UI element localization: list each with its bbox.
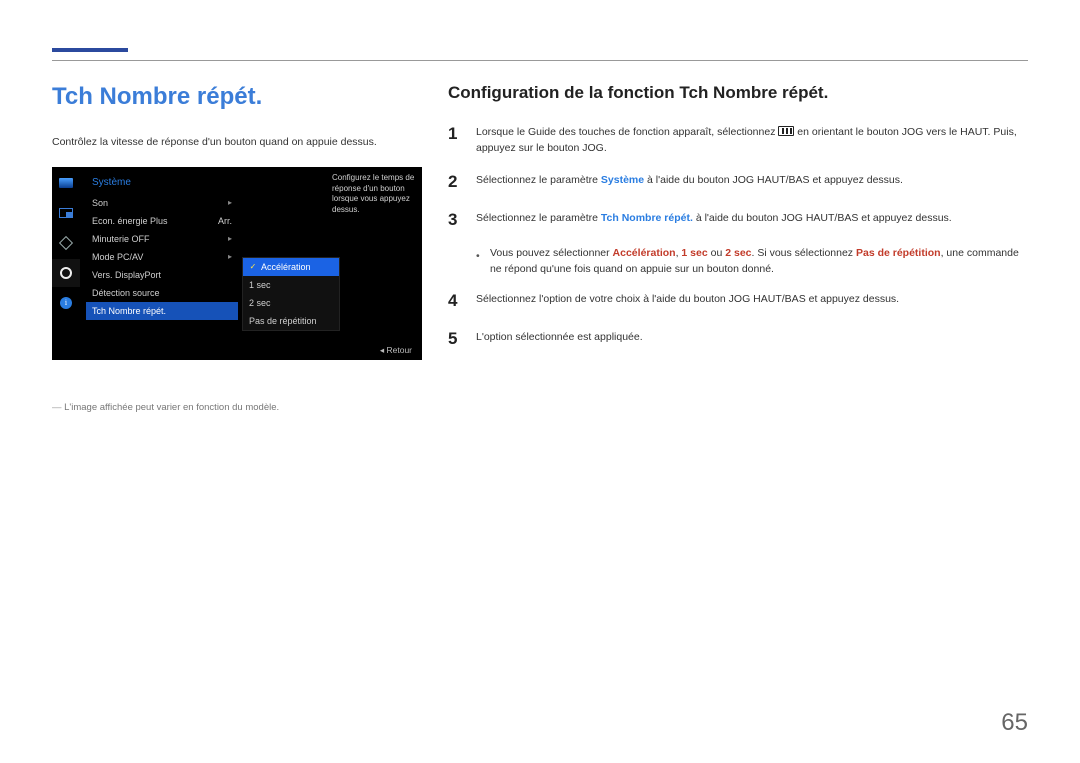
- osd-item-econ: Econ. énergie PlusArr.: [86, 212, 238, 230]
- step-body: Sélectionnez le paramètre Système à l'ai…: [476, 169, 1028, 195]
- section-heading: Configuration de la fonction Tch Nombre …: [448, 83, 1028, 103]
- step-5: 5 L'option sélectionnée est appliquée.: [448, 326, 1028, 352]
- step-4: 4 Sélectionnez l'option de votre choix à…: [448, 288, 1028, 314]
- popup-1sec: 1 sec: [243, 276, 339, 294]
- step-number: 5: [448, 326, 462, 352]
- step-1: 1 Lorsque le Guide des touches de foncti…: [448, 121, 1028, 157]
- step-body: Sélectionnez l'option de votre choix à l…: [476, 288, 1028, 314]
- osd-item-minuterie: Minuterie OFF▸: [86, 230, 238, 248]
- popup-norep: Pas de répétition: [243, 312, 339, 330]
- bullet-note: • Vous pouvez sélectionner Accélération,…: [476, 245, 1028, 278]
- info-icon: i: [52, 289, 80, 317]
- step-number: 3: [448, 207, 462, 233]
- popup-accel: ✓Accélération: [243, 258, 339, 276]
- step-number: 2: [448, 169, 462, 195]
- step-body: Sélectionnez le paramètre Tch Nombre rép…: [476, 207, 1028, 233]
- chapter-bar: [52, 48, 128, 52]
- osd-screenshot: i Système Son▸ Econ. énergie PlusArr. Mi…: [52, 167, 422, 360]
- intro-text: Contrôlez la vitesse de réponse d'un bou…: [52, 135, 422, 151]
- step-number: 1: [448, 121, 462, 157]
- page-number: 65: [1001, 709, 1028, 737]
- menu-icon: [778, 126, 794, 136]
- osd-menu: Système Son▸ Econ. énergie PlusArr. Minu…: [80, 167, 238, 320]
- step-body: L'option sélectionnée est appliquée.: [476, 326, 1028, 352]
- osd-item-son: Son▸: [86, 194, 238, 212]
- popup-2sec: 2 sec: [243, 294, 339, 312]
- check-icon: ✓: [249, 263, 257, 271]
- bullet-dot-icon: •: [476, 245, 480, 278]
- osd-item-mode: Mode PC/AV▸: [86, 248, 238, 266]
- osd-item-tch: Tch Nombre répét.: [86, 302, 238, 320]
- osd-return: Retour: [380, 345, 412, 356]
- osd-popup: ✓Accélération 1 sec 2 sec Pas de répétit…: [242, 257, 340, 331]
- step-number: 4: [448, 288, 462, 314]
- bullet-text: Vous pouvez sélectionner Accélération, 1…: [490, 245, 1028, 278]
- pip-icon: [52, 199, 80, 227]
- osd-header: Système: [86, 173, 238, 194]
- osd-sidebar: i: [52, 167, 80, 360]
- settings-icon: [52, 259, 80, 287]
- step-3: 3 Sélectionnez le paramètre Tch Nombre r…: [448, 207, 1028, 233]
- page-title: Tch Nombre répét.: [52, 83, 422, 111]
- step-2: 2 Sélectionnez le paramètre Système à l'…: [448, 169, 1028, 195]
- osd-description: Configurez le temps de réponse d'un bout…: [332, 173, 416, 216]
- step-body: Lorsque le Guide des touches de fonction…: [476, 121, 1028, 157]
- osd-item-detection: Détection source: [86, 284, 238, 302]
- osd-item-displayport: Vers. DisplayPort: [86, 266, 238, 284]
- top-divider: [52, 60, 1028, 61]
- footnote: L'image affichée peut varier en fonction…: [52, 402, 422, 413]
- display-icon: [52, 229, 80, 257]
- picture-icon: [52, 169, 80, 197]
